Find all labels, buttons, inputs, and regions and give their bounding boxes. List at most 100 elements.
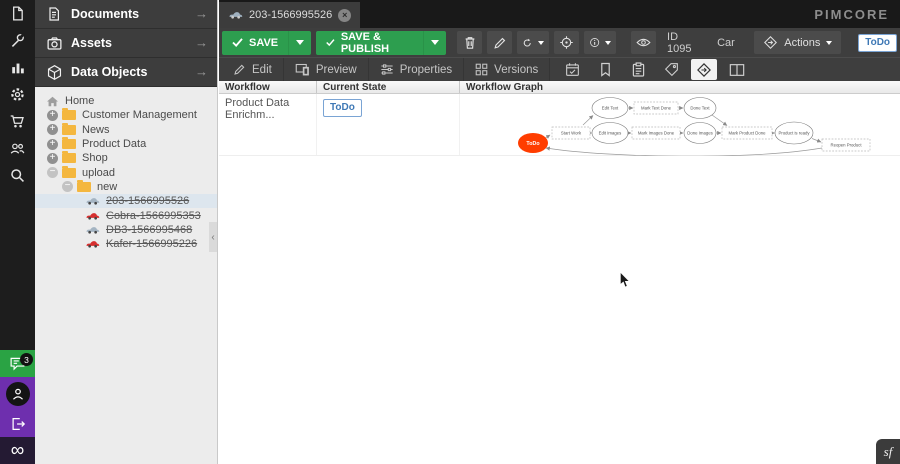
tree-item-customer-management[interactable]: Customer Management: [35, 108, 217, 122]
tab-preview[interactable]: Preview: [284, 58, 369, 82]
tree-item-db3-1566995468[interactable]: DB3-1566995468: [35, 223, 217, 237]
tab-app-logger[interactable]: [724, 59, 750, 80]
person-icon: [11, 387, 25, 401]
tab-versions[interactable]: Versions: [464, 58, 550, 82]
pimcore-infinity-logo[interactable]: [0, 437, 35, 464]
column-header-workflow-graph[interactable]: Workflow Graph: [460, 81, 900, 93]
workflow-state-badge[interactable]: ToDo: [858, 34, 897, 52]
car-icon-gray: [228, 11, 243, 19]
pencil-icon: [233, 63, 246, 76]
tree-item-home[interactable]: Home: [35, 94, 217, 108]
tree-item-product-data[interactable]: Product Data: [35, 137, 217, 151]
tree-item-203-1566995526[interactable]: 203-1566995526: [35, 194, 217, 208]
sidebar-item-assets[interactable]: Assets: [35, 29, 217, 58]
data-objects-cube-icon: [44, 64, 64, 81]
reports-chart-icon[interactable]: [0, 54, 35, 81]
info-button[interactable]: [584, 31, 616, 54]
column-header-workflow[interactable]: Workflow: [219, 81, 317, 93]
sidebar-item-documents[interactable]: Documents: [35, 0, 217, 29]
notifications-chat-button[interactable]: 3: [0, 350, 35, 377]
save-button[interactable]: SAVE: [222, 31, 311, 55]
open-panel-arrow-icon[interactable]: [195, 5, 208, 23]
car-icon-red: [85, 240, 100, 248]
object-toolbar: SAVE SAVE & PUBLISH: [219, 28, 900, 57]
tab-edit[interactable]: Edit: [222, 58, 284, 82]
tree-item-kafer-1566995226[interactable]: Kafer-1566995226: [35, 237, 217, 251]
expand-plus-icon[interactable]: [47, 124, 58, 135]
workflow-diamond-icon: [696, 62, 712, 78]
tab-bar: 203-1566995526 PIMCORE: [219, 0, 900, 28]
trash-icon: [463, 35, 477, 50]
object-id-label: ID 1095: [661, 31, 706, 55]
svg-text:ToDo: ToDo: [526, 141, 540, 147]
folder-icon: [62, 139, 76, 149]
workflow-actions-button[interactable]: Actions: [754, 31, 841, 54]
tree-item-cobra-1566995353[interactable]: Cobra-1566995353: [35, 208, 217, 222]
preview-eye-button[interactable]: [631, 31, 656, 54]
svg-text:Done Text: Done Text: [690, 106, 710, 111]
save-publish-dropdown-button[interactable]: [423, 31, 446, 55]
tree-item-new[interactable]: new: [35, 180, 217, 194]
settings-gear-icon[interactable]: [0, 81, 35, 108]
users-icon[interactable]: [0, 135, 35, 162]
file-icon[interactable]: [0, 0, 35, 27]
bookmark-icon: [599, 62, 612, 77]
workflow-graph: ToDo Start Work Mark Text Done Mark Imag…: [500, 94, 900, 156]
check-icon: [232, 38, 243, 47]
sidebar-collapse-handle[interactable]: [209, 222, 217, 252]
ecommerce-cart-icon[interactable]: [0, 108, 35, 135]
workflow-diamond-icon: [763, 35, 778, 50]
logout-icon: [10, 416, 26, 432]
expand-plus-icon[interactable]: [47, 110, 58, 121]
expand-plus-icon[interactable]: [47, 153, 58, 164]
logout-button[interactable]: [0, 411, 35, 437]
user-avatar-button[interactable]: [0, 377, 35, 411]
rename-button[interactable]: [487, 31, 512, 54]
sidebar-item-label: Assets: [71, 36, 195, 50]
workflow-grid-row[interactable]: Product Data Enrichm... ToDo: [219, 94, 900, 156]
home-icon: [46, 96, 59, 107]
symfony-profiler-button[interactable]: sf: [876, 439, 900, 464]
locate-in-tree-button[interactable]: [554, 31, 579, 54]
collapse-minus-icon[interactable]: [62, 181, 73, 192]
open-panel-arrow-icon[interactable]: [195, 63, 208, 81]
search-icon[interactable]: [0, 162, 35, 189]
tab-schedule[interactable]: [559, 59, 585, 80]
reload-button[interactable]: [517, 31, 548, 54]
tab-properties[interactable]: Properties: [369, 58, 464, 82]
tag-icon: [664, 62, 679, 77]
svg-text:Mark Text Done: Mark Text Done: [641, 106, 672, 111]
tab-notes-events[interactable]: [592, 59, 618, 80]
column-header-current-state[interactable]: Current State: [317, 81, 460, 93]
main-panel: 203-1566995526 PIMCORE SAVE SAVE & PUBLI…: [219, 0, 900, 464]
close-icon[interactable]: [338, 9, 351, 22]
actions-label: Actions: [784, 37, 820, 49]
reload-dropdown-caret[interactable]: [538, 41, 544, 45]
expand-plus-icon[interactable]: [47, 139, 58, 150]
save-dropdown-button[interactable]: [288, 31, 311, 55]
tree-item-upload[interactable]: upload: [35, 165, 217, 179]
car-icon-gray: [85, 197, 100, 205]
pencil-icon: [493, 36, 507, 50]
tab-edit-label: Edit: [252, 64, 272, 76]
tab-workflow[interactable]: [691, 59, 717, 80]
save-publish-button[interactable]: SAVE & PUBLISH: [316, 31, 446, 55]
folder-icon: [62, 125, 76, 135]
check-icon: [326, 38, 335, 47]
tab-tags[interactable]: [658, 59, 684, 80]
collapse-minus-icon[interactable]: [47, 167, 58, 178]
tree-item-news[interactable]: News: [35, 123, 217, 137]
car-icon-red: [85, 212, 100, 220]
assets-camera-icon: [44, 35, 64, 52]
sidebar-item-data-objects[interactable]: Data Objects: [35, 58, 217, 87]
tools-wrench-icon[interactable]: [0, 27, 35, 54]
tree-item-shop[interactable]: Shop: [35, 151, 217, 165]
tab-dependencies[interactable]: [625, 59, 651, 80]
sliders-icon: [380, 63, 394, 76]
tab-203-1566995526[interactable]: 203-1566995526: [219, 2, 360, 28]
delete-button[interactable]: [457, 31, 482, 54]
open-panel-arrow-icon[interactable]: [195, 34, 208, 52]
save-button-label: SAVE: [249, 37, 278, 49]
save-publish-button-label: SAVE & PUBLISH: [341, 31, 413, 55]
info-dropdown-caret[interactable]: [605, 41, 611, 45]
